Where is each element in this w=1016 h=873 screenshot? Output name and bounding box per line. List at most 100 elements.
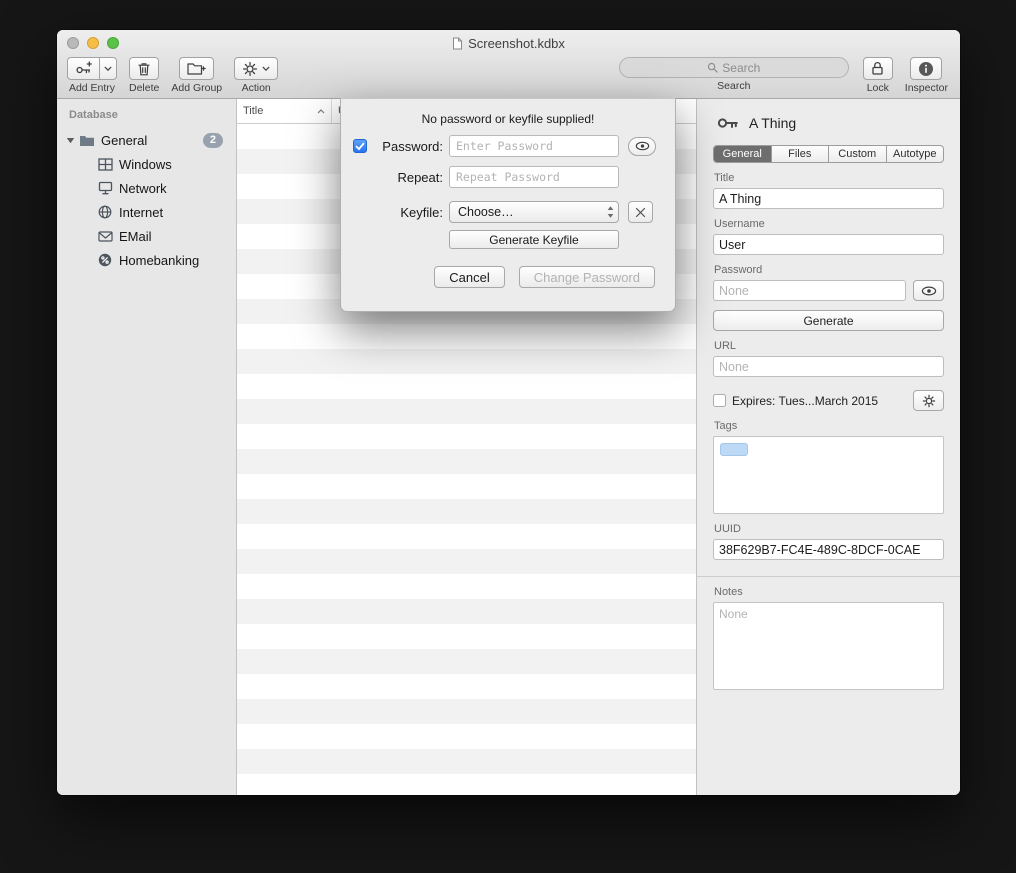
lock-icon: [871, 61, 884, 76]
expires-settings-button[interactable]: [913, 390, 944, 411]
window-chrome: Screenshot.kdbx Add Entry D: [57, 30, 960, 99]
cancel-button[interactable]: Cancel: [434, 266, 504, 288]
uuid-field[interactable]: [713, 539, 944, 560]
search-placeholder: Search: [722, 61, 760, 75]
use-password-checkbox[interactable]: [353, 139, 367, 153]
sidebar-header: Database: [57, 107, 236, 128]
notes-field[interactable]: [713, 602, 944, 690]
sidebar-item-label: Internet: [119, 205, 163, 220]
inspector-divider: [697, 576, 960, 577]
sidebar-item-homebanking[interactable]: Homebanking: [57, 248, 236, 272]
zoom-button[interactable]: [107, 37, 119, 49]
new-password-input[interactable]: [449, 135, 619, 157]
column-header-title[interactable]: Title: [237, 99, 332, 123]
sidebar-item-label: Homebanking: [119, 253, 199, 268]
expires-label: Expires: Tues...March 2015: [732, 394, 907, 408]
checkbox-spacer: [353, 170, 367, 184]
tab-files[interactable]: Files: [772, 146, 830, 162]
trash-icon: [137, 61, 151, 77]
eye-icon: [921, 286, 937, 296]
repeat-row: Repeat:: [341, 166, 675, 188]
repeat-label: Repeat:: [373, 170, 443, 185]
keyfile-label: Keyfile:: [373, 205, 443, 220]
chevron-down-icon: [104, 66, 112, 72]
action-button[interactable]: [234, 57, 278, 80]
username-field[interactable]: [713, 234, 944, 255]
sidebar-group-general[interactable]: General 2: [57, 128, 236, 152]
checkmark-icon: [355, 142, 365, 151]
password-reveal-button[interactable]: [913, 280, 944, 301]
generate-password-button[interactable]: Generate: [713, 310, 944, 331]
generate-keyfile-button[interactable]: Generate Keyfile: [449, 230, 619, 249]
title-field[interactable]: [713, 188, 944, 209]
disclosure-triangle-icon[interactable]: [64, 137, 76, 144]
sheet-message: No password or keyfile supplied!: [341, 99, 675, 126]
popup-stepper-icon: [606, 205, 615, 219]
username-field-label: Username: [714, 218, 944, 230]
search-input[interactable]: Search: [619, 57, 849, 78]
window-title: Screenshot.kdbx: [468, 36, 565, 51]
title-field-label: Title: [714, 172, 944, 184]
sidebar-item-network[interactable]: Network: [57, 176, 236, 200]
password-row: Password:: [341, 135, 675, 157]
inspector-label: Inspector: [905, 82, 948, 94]
sidebar-item-email[interactable]: EMail: [57, 224, 236, 248]
gear-icon: [242, 61, 258, 77]
inspector-button[interactable]: [910, 57, 942, 80]
minimize-button[interactable]: [87, 37, 99, 49]
action-label: Action: [242, 82, 271, 94]
sidebar-item-windows[interactable]: Windows: [57, 152, 236, 176]
sidebar-item-internet[interactable]: Internet: [57, 200, 236, 224]
add-entry-button[interactable]: [67, 57, 100, 80]
add-group-button[interactable]: [179, 57, 214, 80]
url-field[interactable]: [713, 356, 944, 377]
sidebar-item-label: Windows: [119, 157, 172, 172]
password-label: Password:: [373, 139, 443, 154]
network-icon: [96, 181, 114, 195]
windows-icon: [96, 158, 114, 171]
tags-field[interactable]: [713, 436, 944, 514]
expires-checkbox[interactable]: [713, 394, 726, 407]
sidebar-group-label: General: [101, 133, 147, 148]
lock-label: Lock: [867, 82, 889, 94]
tab-general[interactable]: General: [714, 146, 772, 162]
percent-coin-icon: [96, 253, 114, 267]
change-password-sheet: No password or keyfile supplied! Passwor…: [340, 98, 676, 312]
tab-autotype[interactable]: Autotype: [887, 146, 944, 162]
delete-label: Delete: [129, 82, 159, 94]
sidebar-item-label: EMail: [119, 229, 152, 244]
entry-title: A Thing: [749, 115, 796, 131]
keyfile-popup[interactable]: Choose…: [449, 201, 619, 223]
eye-icon: [635, 141, 650, 151]
delete-button[interactable]: [129, 57, 159, 80]
password-field-label: Password: [714, 264, 944, 276]
reveal-password-button[interactable]: [628, 137, 656, 156]
tag-chip[interactable]: [720, 443, 748, 456]
window-title-group: Screenshot.kdbx: [452, 36, 565, 51]
close-button[interactable]: [67, 37, 79, 49]
tab-custom[interactable]: Custom: [829, 146, 887, 162]
gear-icon: [922, 394, 936, 408]
password-field[interactable]: [713, 280, 906, 301]
add-entry-menu-button[interactable]: [100, 57, 117, 80]
search-label: Search: [717, 80, 750, 92]
delete-tool: Delete: [129, 57, 159, 94]
add-group-tool: Add Group: [171, 57, 222, 94]
clear-keyfile-button[interactable]: [628, 201, 653, 223]
repeat-password-input[interactable]: [449, 166, 619, 188]
group-count-badge: 2: [203, 133, 223, 148]
sidebar-item-label: Network: [119, 181, 167, 196]
search-icon: [707, 62, 718, 73]
change-password-button[interactable]: Change Password: [519, 266, 655, 288]
tags-label: Tags: [714, 420, 944, 432]
title-bar[interactable]: Screenshot.kdbx: [57, 30, 960, 56]
notes-label: Notes: [714, 586, 944, 598]
toolbar: Add Entry Delete Add Group Action: [57, 56, 960, 98]
globe-icon: [96, 205, 114, 219]
lock-button[interactable]: [863, 57, 893, 80]
sheet-actions: Cancel Change Password: [341, 266, 675, 288]
url-field-label: URL: [714, 340, 944, 352]
lock-tool: Lock: [863, 57, 893, 94]
action-tool: Action: [234, 57, 278, 94]
generate-keyfile-row: Generate Keyfile: [341, 230, 675, 249]
